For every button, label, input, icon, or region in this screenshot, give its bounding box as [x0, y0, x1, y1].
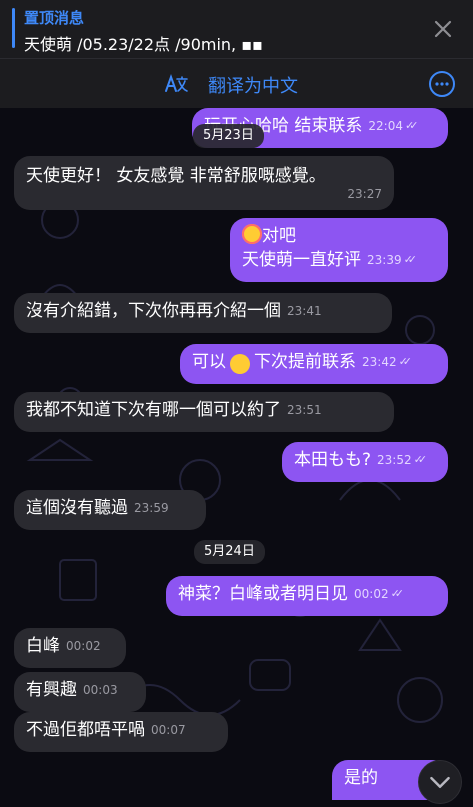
pinned-text: 天使萌 /05.23/22点 /90min, ▪▪: [24, 35, 263, 54]
message-time: 22:04: [368, 119, 403, 133]
message-bubble-incoming[interactable]: 不過佢都唔平喎 00:07: [14, 712, 228, 752]
pinned-message-banner[interactable]: 置顶消息 天使萌 /05.23/22点 /90min, ▪▪: [0, 0, 473, 58]
scroll-down-button[interactable]: [418, 760, 462, 804]
message-time: 23:39: [367, 253, 402, 267]
message-time: 00:03: [83, 683, 118, 697]
message-bubble-outgoing[interactable]: 本田もも? 23:52 ✓✓: [282, 442, 448, 482]
message-text: 天使萌一直好评: [242, 250, 361, 270]
message-time: 23:51: [287, 403, 322, 417]
emoji-icon: [242, 224, 262, 244]
translate-label[interactable]: 翻译为中文: [208, 72, 298, 98]
chevron-down-icon: [430, 776, 450, 789]
message-text: 有興趣: [26, 680, 77, 700]
read-checks-icon: ✓✓: [403, 253, 418, 266]
message-text: 這個沒有聽過: [26, 498, 128, 518]
read-checks-icon: ✓✓: [405, 119, 419, 132]
read-checks-icon: ✓✓: [398, 355, 413, 368]
message-text: 我都不知道下次有哪一個可以約了: [26, 400, 281, 420]
pinned-accent-bar: [12, 8, 15, 48]
message-bubble-incoming[interactable]: 我都不知道下次有哪一個可以約了 23:51: [14, 392, 394, 432]
date-separator: 5月23日: [193, 124, 264, 148]
more-icon[interactable]: [428, 70, 456, 98]
message-time: 23:52: [377, 453, 412, 467]
pinned-title: 置顶消息: [24, 9, 85, 27]
message-time: 23:59: [134, 501, 169, 515]
message-bubble-incoming[interactable]: 天使更好！ 女友感覺 非常舒服嘅感覺。 23:27: [14, 156, 394, 210]
message-bubble-outgoing[interactable]: 可以 下次提前联系 23:42 ✓✓: [180, 344, 448, 384]
close-icon[interactable]: [431, 17, 455, 41]
message-text: 不過佢都唔平喎: [26, 720, 145, 740]
message-text: 沒有介紹錯，下次你再再介紹一個: [26, 301, 281, 321]
translate-icon: [165, 74, 188, 92]
date-separator: 5月24日: [194, 540, 265, 564]
message-bubble-incoming[interactable]: 這個沒有聽過 23:59: [14, 490, 206, 530]
message-text: 是的: [344, 768, 378, 788]
message-text: 对吧: [262, 226, 296, 246]
message-text: 神菜？白峰或者明日见: [178, 584, 348, 604]
message-time: 00:02: [354, 587, 389, 601]
message-text: 天使更好！ 女友感覺 非常舒服嘅感覺。: [26, 166, 326, 186]
message-text: 可以: [192, 352, 226, 372]
message-time: 00:02: [66, 639, 101, 653]
message-time: 23:27: [347, 187, 382, 201]
read-checks-icon: ✓✓: [413, 453, 428, 466]
message-text: 白峰: [26, 636, 60, 656]
read-checks-icon: ✓✓: [390, 587, 405, 600]
message-text: 下次提前联系: [254, 352, 356, 372]
message-time: 00:07: [151, 723, 186, 737]
message-time: 23:41: [287, 304, 322, 318]
translate-bar[interactable]: 翻译为中文: [0, 58, 473, 108]
message-bubble-incoming[interactable]: 白峰 00:02: [14, 628, 126, 668]
message-bubble-incoming[interactable]: 沒有介紹錯，下次你再再介紹一個 23:41: [14, 293, 392, 333]
message-time: 23:42: [362, 355, 397, 369]
emoji-icon: [230, 354, 250, 374]
message-bubble-outgoing[interactable]: 神菜？白峰或者明日见 00:02 ✓✓: [166, 576, 448, 616]
message-text: 本田もも?: [294, 450, 372, 470]
message-bubble-incoming[interactable]: 有興趣 00:03: [14, 672, 146, 712]
message-bubble-outgoing[interactable]: 对吧 天使萌一直好评 23:39 ✓✓: [230, 218, 448, 282]
